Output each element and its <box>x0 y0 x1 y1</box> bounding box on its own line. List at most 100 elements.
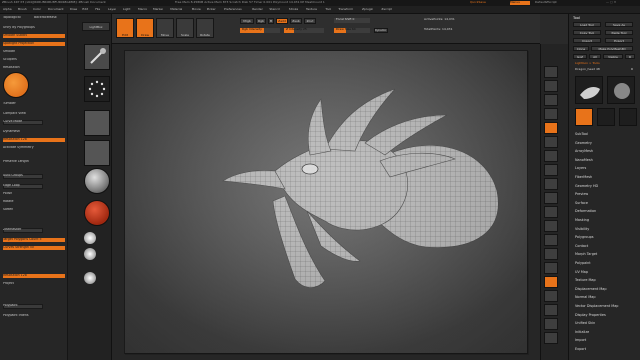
left-item-label-21[interactable]: Resolution 128 <box>3 274 63 279</box>
menu-item-preferences[interactable]: Preferences <box>224 8 242 12</box>
tool-section-export[interactable]: Export <box>575 347 637 351</box>
menu-item-layer[interactable]: Layer <box>108 8 116 12</box>
left-item-label-19[interactable]: Target Polygons Count 5 <box>3 238 63 243</box>
scale-icon[interactable] <box>544 234 558 246</box>
tool-section-subtool[interactable]: SubTool <box>575 132 637 136</box>
brush-thumbnail[interactable] <box>84 44 110 70</box>
subtool-thumb-3[interactable] <box>619 108 637 126</box>
persp-icon[interactable] <box>544 150 558 162</box>
toolbar-rotate-button[interactable]: Rotate <box>196 18 214 38</box>
left-item-label-10[interactable]: Resolution 128 <box>3 138 63 143</box>
tool-section-morph-target[interactable]: Morph Target <box>575 252 637 256</box>
left-item-label-11[interactable]: Activate Symmetry <box>3 146 63 151</box>
tool-import-button[interactable]: Import <box>573 38 601 43</box>
rotate-icon[interactable] <box>544 248 558 260</box>
menu-item-color[interactable]: Color <box>33 8 41 12</box>
bpr-icon[interactable] <box>544 66 558 78</box>
menu-item-stroke[interactable]: Stroke <box>289 8 299 12</box>
tool-all-button[interactable]: All <box>589 54 601 59</box>
menu-item-zplugin[interactable]: Zplugin <box>362 8 373 12</box>
menu-item-document[interactable]: Document <box>48 8 64 12</box>
tool-section-uv-map[interactable]: UV Map <box>575 270 637 274</box>
default-script-label[interactable]: DefaultZScript <box>535 1 575 5</box>
tool-section-surface[interactable]: Surface <box>575 201 637 205</box>
switch-color-icon[interactable] <box>84 248 96 260</box>
dynamic-button[interactable]: Dynamic <box>374 28 388 33</box>
document-canvas[interactable] <box>112 44 540 360</box>
menu-item-picker[interactable]: Picker <box>207 8 216 12</box>
zsub-button[interactable]: Zsub <box>290 18 302 24</box>
quicksave-button[interactable]: QuickSave <box>470 1 500 5</box>
menu-item-edit[interactable]: Edit <box>82 8 88 12</box>
left-item-label-8[interactable]: Curve Mode <box>3 120 63 125</box>
dragon-head-model[interactable] <box>125 51 529 355</box>
left-item-label-16[interactable]: Rotate <box>3 200 63 205</box>
menu-item-material[interactable]: Material <box>170 8 182 12</box>
topological-label[interactable]: Topological <box>3 16 33 21</box>
left-item-label-3[interactable]: Smooth <box>3 50 63 55</box>
menu-item-movie[interactable]: Movie <box>192 8 201 12</box>
left-item-label-9[interactable]: Dynamesh <box>3 130 63 135</box>
tool-section-layers[interactable]: Layers <box>575 166 637 170</box>
tool-section-polygroups[interactable]: Polygroups <box>575 235 637 239</box>
simplebrush-tool-thumb[interactable] <box>607 76 635 104</box>
subtool-thumb-2[interactable] <box>597 108 615 126</box>
left-item-label-20[interactable]: Curves Strength 50 <box>3 246 63 251</box>
floor-icon[interactable] <box>544 164 558 176</box>
menus-button[interactable]: Menus <box>510 1 530 5</box>
dragon-head-small-thumb[interactable] <box>575 108 593 126</box>
stroke-thumbnail[interactable] <box>84 76 110 102</box>
actual-icon[interactable] <box>544 122 558 134</box>
tool-section-texture-map[interactable]: Texture Map <box>575 278 637 282</box>
left-item-label-0[interactable]: Unify By Polygroups <box>3 26 63 31</box>
local-icon[interactable] <box>544 178 558 190</box>
solo-icon[interactable] <box>544 318 558 330</box>
tool-save-as-button[interactable]: Save As <box>605 22 633 27</box>
tool-copy-tool-button[interactable]: Copy Tool <box>573 30 601 35</box>
left-item-label-23[interactable]: Polypaint <box>3 304 63 309</box>
polyf-icon[interactable] <box>544 276 558 288</box>
dragon-head-tool-thumb[interactable] <box>575 76 603 104</box>
mrgb-button[interactable]: Mrgb <box>240 18 254 24</box>
left-item-label-6[interactable]: Tumbler <box>3 102 63 107</box>
alternate-icon[interactable] <box>84 272 96 284</box>
tool-section-geometry-hd[interactable]: Geometry HD <box>575 184 637 188</box>
tool-section-polypaint[interactable]: Polypaint <box>575 261 637 265</box>
lightbox-button[interactable]: LightBox <box>82 22 110 31</box>
backface-mask-label[interactable]: BackfaceMask <box>34 16 66 21</box>
tool-section-arraymesh[interactable]: ArrayMesh <box>575 149 637 153</box>
tool-section-vector-displacement-map[interactable]: Vector Displacement Map <box>575 304 637 308</box>
tool-section-deformation[interactable]: Deformation <box>575 209 637 213</box>
zcut-button[interactable]: Zcut <box>304 18 316 24</box>
brush-preview-icon[interactable] <box>3 72 29 98</box>
left-item-label-14[interactable]: Edge Loop <box>3 184 63 189</box>
left-item-label-1[interactable]: Smooth Subdiv <box>3 34 63 39</box>
linefill-icon[interactable] <box>544 262 558 274</box>
menu-item-stencil[interactable]: Stencil <box>269 8 279 12</box>
tool-make-polymesh3d-button[interactable]: Make PolyMesh3D <box>591 46 633 51</box>
lightbox-tools-label[interactable]: Lightbox > Tools <box>575 62 635 66</box>
menu-item-transform[interactable]: Transform <box>338 8 353 12</box>
gradient-icon[interactable] <box>84 232 96 244</box>
xpose-icon[interactable] <box>544 332 558 344</box>
left-item-label-13[interactable]: Auto Groups <box>3 174 63 179</box>
tool-section-normal-map[interactable]: Normal Map <box>575 295 637 299</box>
left-item-label-7[interactable]: Compact View <box>3 112 63 117</box>
left-item-label-18[interactable]: ZRemesher <box>3 228 63 233</box>
toolbar-edit-button[interactable]: Edit <box>116 18 134 38</box>
menu-item-tool[interactable]: Tool <box>325 8 331 12</box>
toolbar-scale-button[interactable]: Scale <box>176 18 194 38</box>
menu-item-macro[interactable]: Macro <box>138 8 147 12</box>
left-item-label-22[interactable]: Project <box>3 282 63 287</box>
m-button[interactable]: M <box>268 18 274 24</box>
window-controls[interactable]: — ▢ ✕ <box>606 1 636 5</box>
left-item-label-24[interactable]: Polypaint Intens <box>3 314 63 319</box>
tool-goz-button[interactable]: GoZ <box>573 54 587 59</box>
menu-item-file[interactable]: File <box>95 8 100 12</box>
menu-item-brush[interactable]: Brush <box>18 8 27 12</box>
aahalf-icon[interactable] <box>544 136 558 148</box>
toolbar-move-button[interactable]: Move <box>156 18 174 38</box>
menu-item-zscript[interactable]: Zscript <box>381 8 391 12</box>
frame-icon[interactable] <box>544 206 558 218</box>
left-item-label-12[interactable]: Preserve Length <box>3 160 63 165</box>
